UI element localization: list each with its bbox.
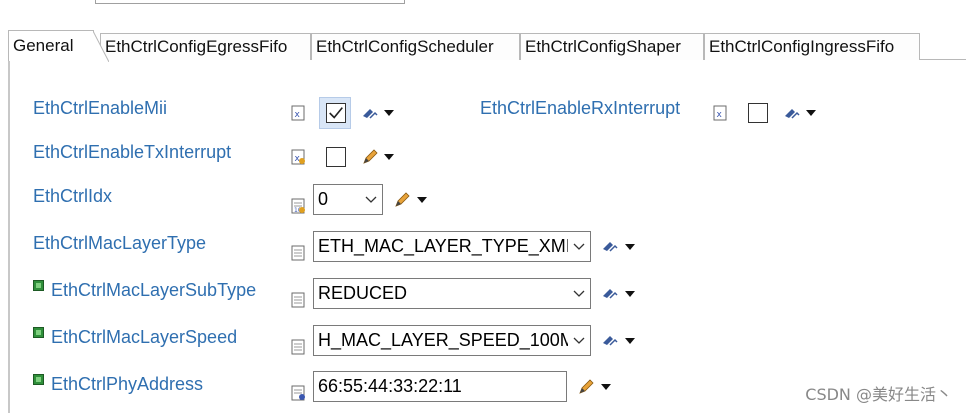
pencil-icon[interactable]: [577, 379, 595, 395]
tab-egress-fifo[interactable]: EthCtrlConfigEgressFifo: [100, 33, 311, 60]
chevron-down-icon[interactable]: [384, 154, 394, 160]
boolean-param-icon: x: [291, 105, 305, 121]
tab-general-label: General: [13, 36, 74, 55]
chevron-down-icon[interactable]: [568, 279, 590, 308]
subcontainer-marker-icon: [33, 327, 44, 338]
enum-param-icon: [291, 339, 305, 355]
boolean-param-changed-icon: x: [291, 149, 305, 165]
tab-egress-fifo-label: EthCtrlConfigEgressFifo: [105, 37, 288, 56]
chevron-down-icon[interactable]: [568, 326, 590, 355]
watermark-text: CSDN @美好生活丶: [805, 385, 952, 404]
subcontainer-marker-icon: [33, 280, 44, 291]
configure-arrow-icon[interactable]: [601, 286, 619, 302]
idx-combo[interactable]: 0: [313, 184, 383, 215]
enable-mii-checkbox[interactable]: [326, 103, 346, 123]
enable-mii-label: EthCtrlEnableMii: [33, 98, 168, 118]
mac-layer-type-combo[interactable]: ETH_MAC_LAYER_TYPE_XMII: [313, 231, 591, 262]
string-param-icon: [291, 385, 305, 401]
phy-address-value: 66:55:44:33:22:11: [318, 376, 462, 396]
svg-text:x: x: [717, 110, 723, 120]
enum-param-icon: [291, 292, 305, 308]
mac-layer-speed-combo[interactable]: H_MAC_LAYER_SPEED_100M: [313, 325, 591, 356]
tab-general[interactable]: General: [8, 30, 109, 62]
check-mark-icon: [329, 107, 343, 119]
tab-bar: General EthCtrlConfigEgressFifo EthCtrlC…: [8, 29, 966, 63]
chevron-down-icon[interactable]: [601, 384, 611, 390]
content-left-border: [8, 60, 10, 413]
configure-arrow-icon[interactable]: [601, 239, 619, 255]
chevron-down-icon[interactable]: [625, 338, 635, 344]
tab-ingress-fifo-label: EthCtrlConfigIngressFifo: [709, 37, 895, 56]
enable-rx-interrupt-checkbox[interactable]: [748, 103, 768, 123]
configure-arrow-icon[interactable]: [361, 106, 379, 122]
chevron-down-icon[interactable]: [384, 110, 394, 116]
tab-scheduler[interactable]: EthCtrlConfigScheduler: [311, 33, 520, 60]
integer-param-icon: 10: [291, 198, 305, 214]
pencil-icon[interactable]: [361, 149, 379, 165]
enum-param-icon: [291, 245, 305, 261]
enable-tx-interrupt-label: EthCtrlEnableTxInterrupt: [33, 142, 232, 162]
idx-value: 0: [318, 189, 329, 209]
tab-shaper-label: EthCtrlConfigShaper: [525, 37, 681, 56]
enable-tx-interrupt-checkbox[interactable]: [326, 147, 346, 167]
mac-layer-speed-label: EthCtrlMacLayerSpeed: [51, 327, 238, 347]
tab-ingress-fifo[interactable]: EthCtrlConfigIngressFifo: [704, 33, 920, 60]
chevron-down-icon[interactable]: [806, 110, 816, 116]
pencil-icon[interactable]: [393, 192, 411, 208]
phy-address-input[interactable]: 66:55:44:33:22:11: [313, 371, 567, 402]
mac-layer-subtype-combo[interactable]: REDUCED: [313, 278, 591, 309]
mac-layer-subtype-value: REDUCED: [318, 283, 408, 303]
tab-shaper[interactable]: EthCtrlConfigShaper: [520, 33, 704, 60]
chevron-down-icon[interactable]: [360, 185, 382, 214]
mac-layer-type-label: EthCtrlMacLayerType: [33, 233, 207, 253]
chevron-down-icon[interactable]: [625, 291, 635, 297]
chevron-down-icon[interactable]: [568, 232, 590, 261]
top-text-field[interactable]: [95, 0, 405, 4]
enable-rx-interrupt-label: EthCtrlEnableRxInterrupt: [480, 98, 681, 118]
chevron-down-icon[interactable]: [417, 197, 427, 203]
configure-arrow-icon[interactable]: [601, 333, 619, 349]
mac-layer-speed-value: H_MAC_LAYER_SPEED_100M: [318, 330, 575, 350]
tab-slant-shape: [93, 31, 109, 62]
idx-label: EthCtrlIdx: [33, 186, 113, 206]
configure-arrow-icon[interactable]: [783, 106, 801, 122]
mac-layer-subtype-label: EthCtrlMacLayerSubType: [51, 280, 257, 300]
phy-address-label: EthCtrlPhyAddress: [51, 374, 204, 394]
subcontainer-marker-icon: [33, 374, 44, 385]
chevron-down-icon[interactable]: [625, 244, 635, 250]
tab-scheduler-label: EthCtrlConfigScheduler: [316, 37, 494, 56]
mac-layer-type-value: ETH_MAC_LAYER_TYPE_XMII: [318, 236, 576, 256]
boolean-param-icon: x: [713, 105, 727, 121]
svg-text:x: x: [295, 110, 301, 120]
